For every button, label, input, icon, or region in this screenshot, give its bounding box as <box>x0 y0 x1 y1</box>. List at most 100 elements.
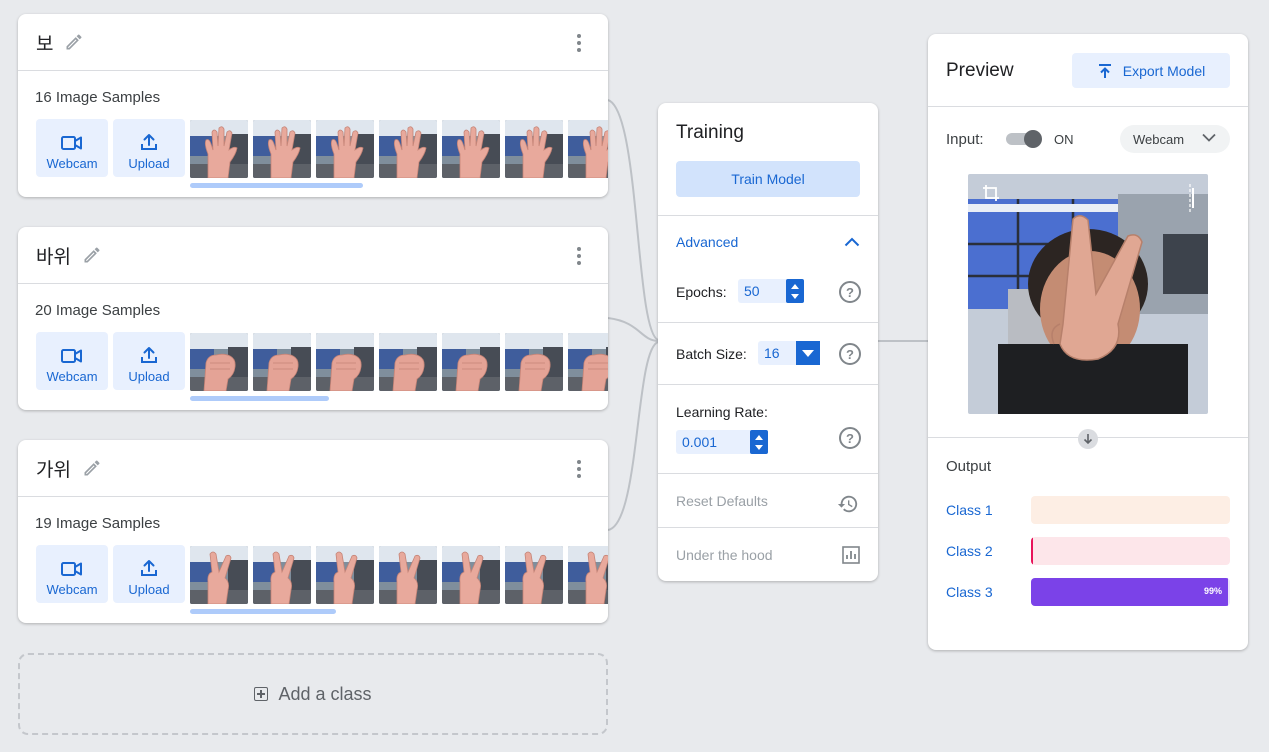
thumbnail-scrollbar[interactable] <box>190 396 329 401</box>
sample-thumbnail[interactable] <box>379 546 437 604</box>
input-source-select[interactable]: Webcam <box>1120 125 1230 153</box>
pencil-icon[interactable] <box>63 31 85 53</box>
training-title: Training <box>676 122 744 143</box>
class-header: 보 <box>18 14 608 71</box>
add-class-button[interactable]: Add a class <box>18 653 608 735</box>
reset-defaults-button[interactable]: Reset Defaults <box>676 493 768 509</box>
class-card-2: 가위 19 Image Samples Webcam Upload <box>18 440 608 623</box>
advanced-toggle[interactable]: Advanced <box>676 234 738 250</box>
arrow-down-icon <box>1078 429 1098 449</box>
upload-icon <box>141 560 157 576</box>
class-name[interactable]: 보 <box>36 29 53 56</box>
sample-thumbnail[interactable] <box>442 333 500 391</box>
sample-thumbnail[interactable] <box>190 333 248 391</box>
upload-button[interactable]: Upload <box>113 119 185 177</box>
under-the-hood-button[interactable]: Under the hood <box>676 547 773 563</box>
videocam-icon <box>61 562 82 576</box>
upload-button[interactable]: Upload <box>113 545 185 603</box>
class-header: 바위 <box>18 227 608 284</box>
upload-button[interactable]: Upload <box>113 332 185 390</box>
toggle-state: ON <box>1054 132 1074 147</box>
export-model-button[interactable]: Export Model <box>1072 53 1230 88</box>
sample-thumbnail[interactable] <box>442 546 500 604</box>
epochs-stepper[interactable] <box>786 279 804 303</box>
sample-thumbnail[interactable] <box>568 546 608 604</box>
sample-thumbnail[interactable] <box>316 120 374 178</box>
learning-rate-label: Learning Rate: <box>676 404 768 420</box>
sample-thumbnail[interactable] <box>568 120 608 178</box>
sample-thumbnail[interactable] <box>253 333 311 391</box>
sample-thumbnail[interactable] <box>190 546 248 604</box>
webcam-button[interactable]: Webcam <box>36 332 108 390</box>
flip-icon[interactable] <box>1184 184 1196 212</box>
upload-label: Upload <box>128 156 170 171</box>
training-panel: Training Train Model Advanced Epochs: 50… <box>658 103 878 581</box>
sample-thumbnail[interactable] <box>379 333 437 391</box>
webcam-button[interactable]: Webcam <box>36 119 108 177</box>
sample-thumbnails[interactable] <box>190 120 608 178</box>
videocam-icon <box>61 136 82 150</box>
sample-thumbnail[interactable] <box>190 120 248 178</box>
confidence-fill <box>1031 537 1033 565</box>
thumbnail-scrollbar[interactable] <box>190 183 363 188</box>
more-vert-icon[interactable] <box>574 34 584 52</box>
webcam-button[interactable]: Webcam <box>36 545 108 603</box>
learning-rate-input[interactable]: 0.001 <box>676 430 768 454</box>
chart-icon[interactable] <box>842 546 860 564</box>
pencil-icon[interactable] <box>81 244 103 266</box>
webcam-preview <box>968 174 1208 414</box>
divider <box>658 527 878 528</box>
videocam-icon <box>61 349 82 363</box>
samples-count: 20 Image Samples <box>35 302 161 319</box>
class-name[interactable]: 가위 <box>36 455 71 482</box>
batch-size-value: 16 <box>764 345 780 361</box>
divider <box>928 106 1248 107</box>
more-vert-icon[interactable] <box>574 247 584 265</box>
epochs-input[interactable]: 50 <box>738 279 804 303</box>
class-card-1: 바위 20 Image Samples Webcam Upload <box>18 227 608 410</box>
input-toggle[interactable] <box>1006 130 1042 148</box>
sample-thumbnail[interactable] <box>505 120 563 178</box>
epochs-value: 50 <box>744 283 760 299</box>
sample-thumbnails[interactable] <box>190 546 608 604</box>
sample-thumbnail[interactable] <box>316 546 374 604</box>
input-label: Input: <box>946 131 984 148</box>
help-icon[interactable]: ? <box>839 281 861 303</box>
sample-thumbnail[interactable] <box>253 120 311 178</box>
chevron-down-icon <box>1202 133 1216 142</box>
learning-rate-stepper[interactable] <box>750 430 768 454</box>
add-class-label: Add a class <box>278 683 372 704</box>
train-model-button[interactable]: Train Model <box>676 161 860 197</box>
output-class-label: Class 1 <box>946 502 993 518</box>
pencil-icon[interactable] <box>81 457 103 479</box>
thumbnail-scrollbar[interactable] <box>190 609 336 614</box>
sample-thumbnail[interactable] <box>505 546 563 604</box>
confidence-bar: 99% <box>1031 578 1230 606</box>
webcam-label: Webcam <box>46 582 98 597</box>
chevron-down-icon[interactable] <box>796 341 820 365</box>
chevron-up-icon[interactable] <box>844 237 860 247</box>
export-icon <box>1098 63 1111 78</box>
sample-thumbnail[interactable] <box>316 333 374 391</box>
more-vert-icon[interactable] <box>574 460 584 478</box>
sample-thumbnail[interactable] <box>568 333 608 391</box>
upload-label: Upload <box>128 582 170 597</box>
confidence-bar <box>1031 496 1230 524</box>
divider <box>658 322 878 323</box>
webcam-label: Webcam <box>46 369 98 384</box>
epochs-label: Epochs: <box>676 284 727 300</box>
sample-thumbnail[interactable] <box>505 333 563 391</box>
sample-thumbnail[interactable] <box>379 120 437 178</box>
help-icon[interactable]: ? <box>839 427 861 449</box>
batch-size-select[interactable]: 16 <box>758 341 820 365</box>
output-title: Output <box>946 458 992 475</box>
learning-rate-value: 0.001 <box>682 434 718 450</box>
sample-thumbnails[interactable] <box>190 333 608 391</box>
preview-title: Preview <box>946 60 1014 81</box>
help-icon[interactable]: ? <box>839 343 861 365</box>
history-icon[interactable] <box>837 493 859 515</box>
crop-icon[interactable] <box>982 184 1000 202</box>
sample-thumbnail[interactable] <box>442 120 500 178</box>
sample-thumbnail[interactable] <box>253 546 311 604</box>
class-name[interactable]: 바위 <box>36 242 71 269</box>
